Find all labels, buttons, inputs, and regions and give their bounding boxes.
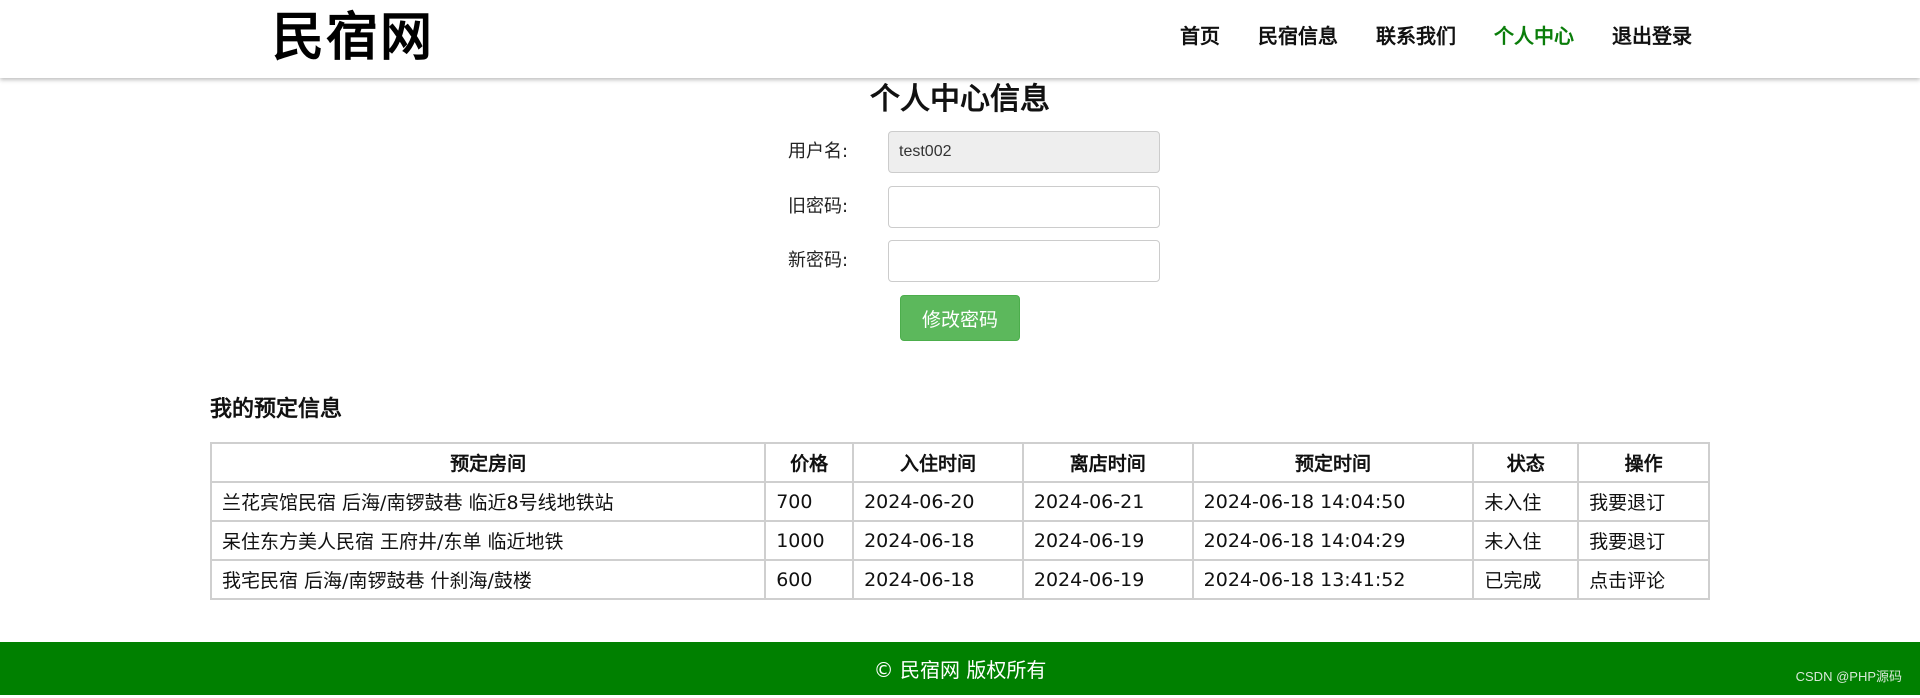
old-password-field[interactable] [888, 186, 1160, 228]
bookings-table: 预定房间 价格 入住时间 离店时间 预定时间 状态 操作 兰花宾馆民宿 后海/南… [210, 442, 1710, 600]
cancel-booking-link[interactable]: 我要退订 [1578, 482, 1709, 521]
cell-booked-at: 2024-06-18 13:41:52 [1193, 560, 1474, 599]
cell-status: 未入住 [1473, 482, 1578, 521]
new-password-field[interactable] [888, 240, 1160, 282]
bookings-title: 我的预定信息 [210, 394, 342, 426]
site-logo[interactable]: 民宿网 [272, 6, 434, 70]
cell-checkin: 2024-06-18 [853, 521, 1023, 560]
cell-checkout: 2024-06-19 [1023, 521, 1193, 560]
cell-booked-at: 2024-06-18 14:04:50 [1193, 482, 1474, 521]
old-password-row: 旧密码: [760, 186, 1160, 228]
cell-checkin: 2024-06-20 [853, 482, 1023, 521]
table-row: 呆住东方美人民宿 王府井/东单 临近地铁 1000 2024-06-18 202… [211, 521, 1709, 560]
change-password-button[interactable]: 修改密码 [900, 295, 1020, 341]
column-header-action: 操作 [1578, 443, 1709, 482]
cell-room: 呆住东方美人民宿 王府井/东单 临近地铁 [211, 521, 765, 560]
column-header-booked-at: 预定时间 [1193, 443, 1474, 482]
new-password-row: 新密码: [760, 240, 1160, 282]
cell-status: 已完成 [1473, 560, 1578, 599]
profile-title: 个人中心信息 [0, 80, 1920, 120]
nav-home[interactable]: 首页 [1180, 22, 1220, 50]
column-header-status: 状态 [1473, 443, 1578, 482]
cell-room: 我宅民宿 后海/南锣鼓巷 什刹海/鼓楼 [211, 560, 765, 599]
copyright-text: © 民宿网 版权所有 [874, 658, 1047, 682]
cell-checkout: 2024-06-19 [1023, 560, 1193, 599]
write-review-link[interactable]: 点击评论 [1578, 560, 1709, 599]
cell-price: 1000 [765, 521, 853, 560]
nav-contact-us[interactable]: 联系我们 [1376, 22, 1456, 50]
nav-personal-center[interactable]: 个人中心 [1494, 22, 1574, 50]
table-row: 我宅民宿 后海/南锣鼓巷 什刹海/鼓楼 600 2024-06-18 2024-… [211, 560, 1709, 599]
site-header: 民宿网 首页 民宿信息 联系我们 个人中心 退出登录 [0, 0, 1920, 78]
cell-room: 兰花宾馆民宿 后海/南锣鼓巷 临近8号线地铁站 [211, 482, 765, 521]
column-header-checkin: 入住时间 [853, 443, 1023, 482]
table-row: 兰花宾馆民宿 后海/南锣鼓巷 临近8号线地铁站 700 2024-06-20 2… [211, 482, 1709, 521]
column-header-checkout: 离店时间 [1023, 443, 1193, 482]
site-footer: © 民宿网 版权所有 [0, 642, 1920, 695]
nav-homestay-info[interactable]: 民宿信息 [1258, 22, 1338, 50]
cell-price: 600 [765, 560, 853, 599]
username-row: 用户名: [760, 131, 1160, 173]
username-field[interactable] [888, 131, 1160, 173]
cancel-booking-link[interactable]: 我要退订 [1578, 521, 1709, 560]
cell-price: 700 [765, 482, 853, 521]
cell-booked-at: 2024-06-18 14:04:29 [1193, 521, 1474, 560]
cell-checkin: 2024-06-18 [853, 560, 1023, 599]
main-nav: 首页 民宿信息 联系我们 个人中心 退出登录 [1142, 22, 1692, 50]
column-header-room: 预定房间 [211, 443, 765, 482]
table-header-row: 预定房间 价格 入住时间 离店时间 预定时间 状态 操作 [211, 443, 1709, 482]
cell-status: 未入住 [1473, 521, 1578, 560]
watermark-text: CSDN @PHP源码 [1796, 666, 1902, 685]
cell-checkout: 2024-06-21 [1023, 482, 1193, 521]
nav-logout[interactable]: 退出登录 [1612, 22, 1692, 50]
column-header-price: 价格 [765, 443, 853, 482]
